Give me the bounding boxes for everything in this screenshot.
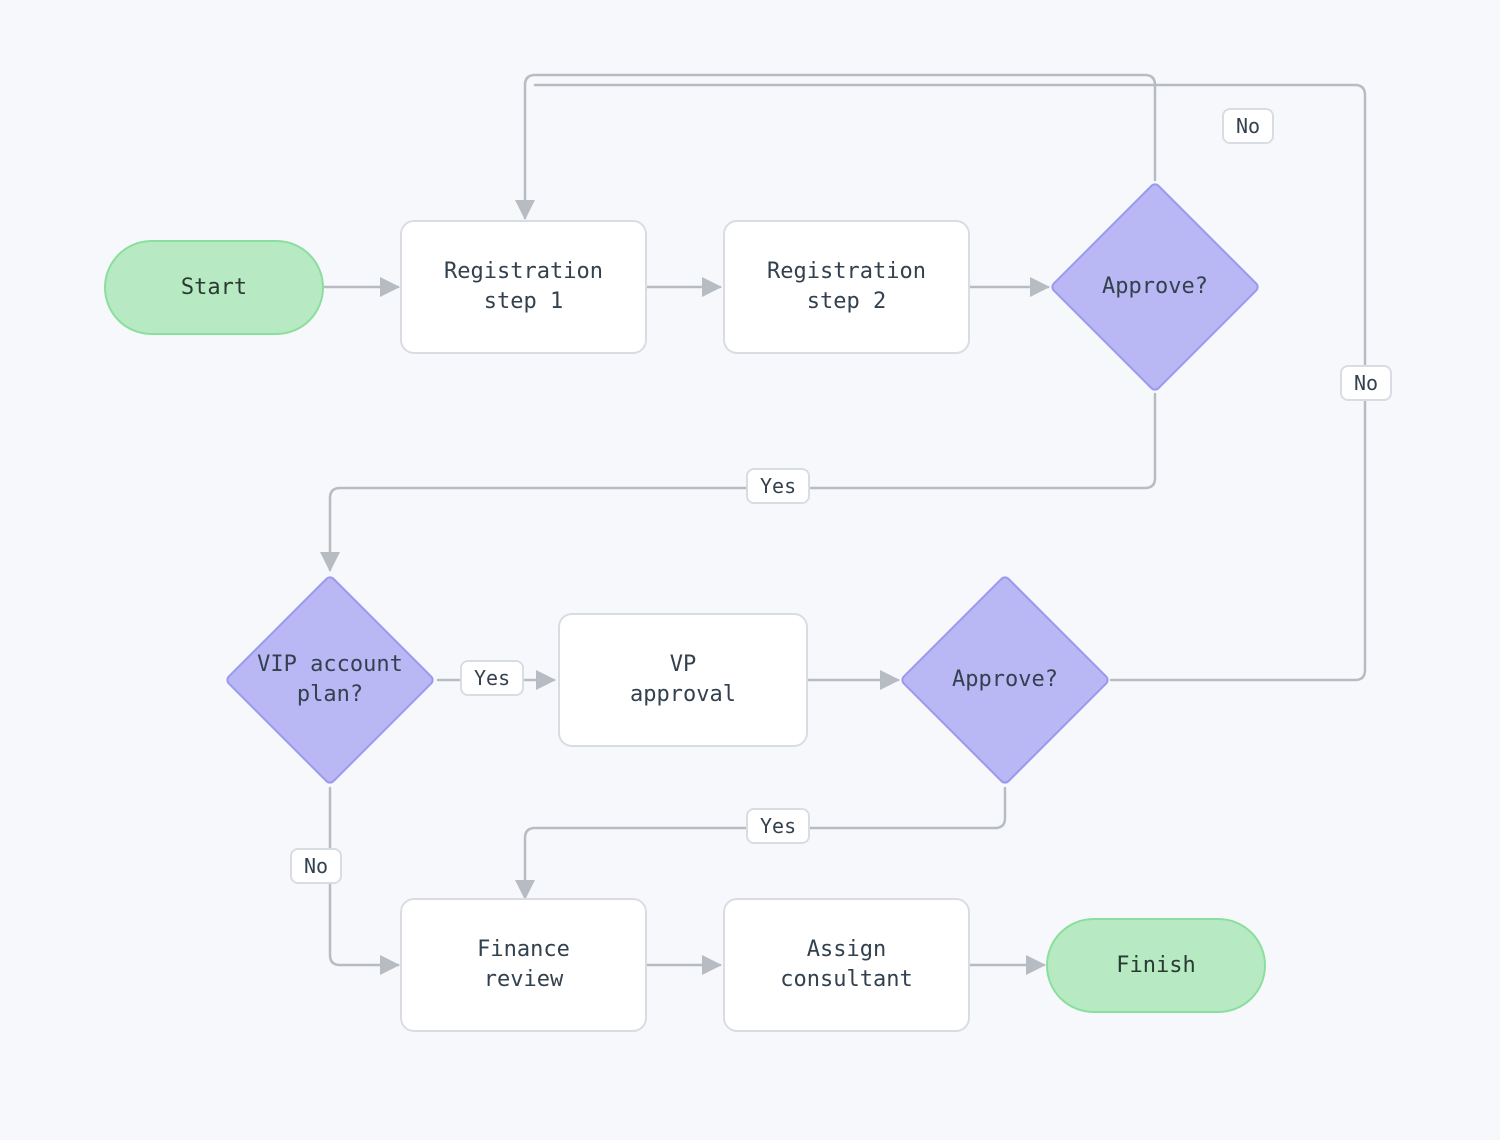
- node-label: Finance review: [477, 935, 570, 994]
- node-label: Registration step 2: [767, 257, 926, 316]
- node-vp-approval: VP approval: [558, 613, 808, 747]
- node-approve-1: Approve?: [1080, 212, 1230, 362]
- node-finish: Finish: [1046, 918, 1266, 1013]
- edge-label-no-1: No: [1222, 108, 1274, 144]
- node-start: Start: [104, 240, 324, 335]
- node-registration-step-1: Registration step 1: [400, 220, 647, 354]
- edge-label-yes-2: Yes: [746, 808, 810, 844]
- flowchart-canvas: Start Registration step 1 Registration s…: [0, 0, 1500, 1140]
- edge-label-vip-yes: Yes: [460, 660, 524, 696]
- node-registration-step-2: Registration step 2: [723, 220, 970, 354]
- node-assign-consultant: Assign consultant: [723, 898, 970, 1032]
- node-label: Finish: [1116, 951, 1195, 981]
- node-approve-2: Approve?: [930, 605, 1080, 755]
- edge-label-vip-no: No: [290, 848, 342, 884]
- node-label: Assign consultant: [780, 935, 912, 994]
- node-label: Registration step 1: [444, 257, 603, 316]
- edge-label-yes-1: Yes: [746, 468, 810, 504]
- edge-label-no-2: No: [1340, 365, 1392, 401]
- node-vip-account-plan: VIP account plan?: [255, 605, 405, 755]
- node-label: Start: [181, 273, 247, 303]
- node-finance-review: Finance review: [400, 898, 647, 1032]
- node-label: VP approval: [630, 650, 736, 709]
